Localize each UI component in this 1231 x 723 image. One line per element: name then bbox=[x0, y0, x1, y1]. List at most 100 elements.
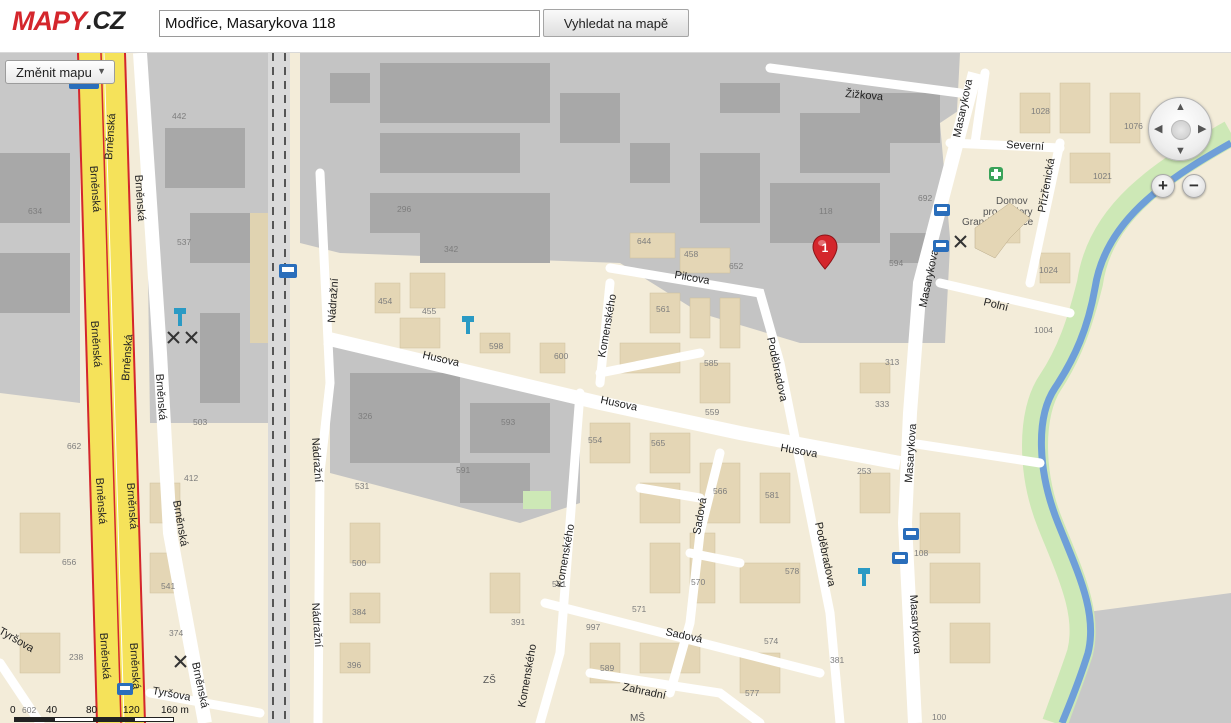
marker-number: 1 bbox=[822, 241, 829, 255]
map-canvas[interactable]: Brněnská Brněnská Brněnská Brněnská Brně… bbox=[0, 53, 1231, 723]
change-map-label: Změnit mapu bbox=[16, 64, 92, 80]
house-number: 108 bbox=[914, 548, 928, 558]
house-number: 455 bbox=[422, 306, 436, 316]
place-label: ZŠ bbox=[483, 673, 496, 686]
house-number: 442 bbox=[172, 111, 186, 121]
house-number: 253 bbox=[857, 466, 871, 476]
house-number: 652 bbox=[729, 261, 743, 271]
house-number: 1004 bbox=[1034, 325, 1053, 335]
house-number: 692 bbox=[918, 193, 932, 203]
street-label: Severní bbox=[1006, 139, 1044, 153]
house-number: 577 bbox=[745, 688, 759, 698]
house-number: 570 bbox=[691, 577, 705, 587]
scale-label: 40 bbox=[46, 705, 58, 716]
house-number: 541 bbox=[161, 581, 175, 591]
zoom-in-button[interactable]: + bbox=[1151, 174, 1175, 198]
house-number: 342 bbox=[444, 244, 458, 254]
house-number: 581 bbox=[765, 490, 779, 500]
marker-house-number: 118 bbox=[819, 206, 833, 216]
house-number: 554 bbox=[588, 435, 602, 445]
house-number: 500 bbox=[352, 558, 366, 568]
house-number: 561 bbox=[656, 304, 670, 314]
bus-stop-icon bbox=[934, 204, 950, 216]
house-number: 458 bbox=[684, 249, 698, 259]
house-number: 396 bbox=[347, 660, 361, 670]
house-number: 238 bbox=[69, 652, 83, 662]
house-number: 326 bbox=[358, 411, 372, 421]
house-number: 374 bbox=[169, 628, 183, 638]
house-number: 600 bbox=[554, 351, 568, 361]
railway-corridor bbox=[268, 53, 290, 723]
house-number: 454 bbox=[378, 296, 392, 306]
house-number: 1021 bbox=[1093, 171, 1112, 181]
house-number: 594 bbox=[889, 258, 903, 268]
logo-main-text: MAPY bbox=[12, 6, 87, 36]
house-number: 997 bbox=[586, 622, 600, 632]
medical-cross-icon bbox=[989, 167, 1003, 181]
industrial-area-west bbox=[0, 53, 80, 403]
green-patch bbox=[523, 491, 551, 509]
search-input[interactable] bbox=[159, 10, 540, 37]
house-number: 634 bbox=[28, 206, 42, 216]
house-number: 593 bbox=[501, 417, 515, 427]
dropdown-caret-icon: ▼ bbox=[97, 66, 106, 76]
zoom-out-button[interactable]: − bbox=[1182, 174, 1206, 198]
pan-down-arrow-icon[interactable]: ▼ bbox=[1175, 146, 1186, 157]
pan-control[interactable]: ▲ ▼ ◀ ▶ bbox=[1148, 97, 1212, 161]
pan-up-arrow-icon[interactable]: ▲ bbox=[1175, 102, 1186, 113]
scale-label: 80 bbox=[86, 705, 98, 716]
place-label: MŠ bbox=[630, 711, 645, 723]
search-on-map-button[interactable]: Vyhledat na mapě bbox=[543, 9, 689, 37]
house-number: 384 bbox=[352, 607, 366, 617]
house-number: 381 bbox=[830, 655, 844, 665]
house-number: 501 bbox=[552, 579, 566, 589]
scale-segment bbox=[94, 717, 134, 722]
logo-domain-text: .CZ bbox=[86, 7, 125, 35]
house-number: 296 bbox=[397, 204, 411, 214]
bus-stop-icon bbox=[903, 528, 919, 540]
bus-stop-icon bbox=[117, 683, 133, 695]
mapy-cz-logo[interactable]: MAPY .CZ bbox=[12, 6, 125, 36]
train-station-icon bbox=[279, 264, 297, 278]
scale-segment bbox=[54, 717, 94, 722]
house-number: 1076 bbox=[1124, 121, 1143, 131]
pan-right-arrow-icon[interactable]: ▶ bbox=[1198, 124, 1206, 135]
scale-segment bbox=[14, 717, 54, 722]
house-number: 598 bbox=[489, 341, 503, 351]
scale-bar: 0 40 80 120 160 m bbox=[4, 705, 204, 723]
house-number: 559 bbox=[705, 407, 719, 417]
house-number: 537 bbox=[177, 237, 191, 247]
pan-left-arrow-icon[interactable]: ◀ bbox=[1154, 124, 1162, 135]
house-number: 589 bbox=[600, 663, 614, 673]
map-svg: Brněnská Brněnská Brněnská Brněnská Brně… bbox=[0, 53, 1231, 723]
house-number: 585 bbox=[704, 358, 718, 368]
scale-label: 160 m bbox=[161, 705, 189, 716]
house-number: 656 bbox=[62, 557, 76, 567]
house-number: 503 bbox=[193, 417, 207, 427]
pan-center-knob[interactable] bbox=[1171, 120, 1191, 140]
search-result-marker[interactable]: 1 bbox=[812, 234, 838, 270]
house-number: 333 bbox=[875, 399, 889, 409]
house-number: 1028 bbox=[1031, 106, 1050, 116]
scale-segment bbox=[134, 717, 174, 722]
house-number: 412 bbox=[184, 473, 198, 483]
bus-stop-icon bbox=[933, 240, 949, 252]
house-number: 531 bbox=[355, 481, 369, 491]
house-number: 313 bbox=[885, 357, 899, 367]
house-number: 571 bbox=[632, 604, 646, 614]
house-number: 574 bbox=[764, 636, 778, 646]
house-number: 644 bbox=[637, 236, 651, 246]
house-number: 565 bbox=[651, 438, 665, 448]
house-number: 1024 bbox=[1039, 265, 1058, 275]
header-bar: MAPY.CZ Vyhledat na mapě bbox=[0, 0, 1231, 53]
house-number: 578 bbox=[785, 566, 799, 576]
change-map-dropdown[interactable]: Změnit mapu ▼ bbox=[5, 60, 115, 84]
map-pin-icon: 1 bbox=[812, 234, 838, 270]
scale-label: 120 bbox=[123, 705, 140, 716]
house-number: 662 bbox=[67, 441, 81, 451]
house-number: 100 bbox=[932, 712, 946, 722]
house-number: 591 bbox=[456, 465, 470, 475]
scale-label: 0 bbox=[10, 705, 16, 716]
house-number: 391 bbox=[511, 617, 525, 627]
house-number: 566 bbox=[713, 486, 727, 496]
